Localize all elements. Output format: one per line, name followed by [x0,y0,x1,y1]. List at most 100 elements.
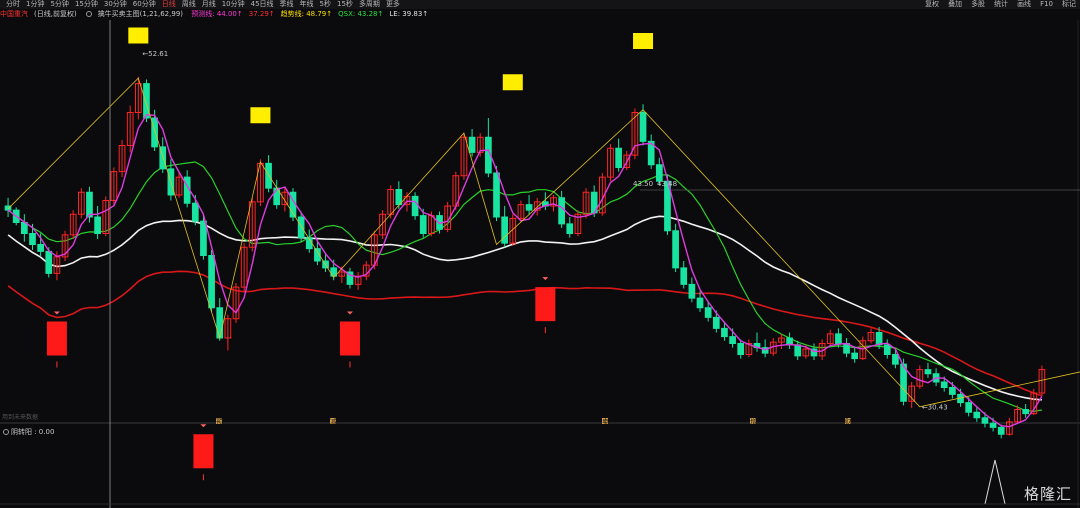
candle-body [973,411,981,419]
candle-body [940,381,948,388]
legend-item: 趋势线: 48.79↑ [280,10,333,18]
candle-body [29,233,36,245]
candle-body [704,307,712,318]
period-toolbar: 分时 1分钟 5分钟 15分钟 30分钟 60分钟 日线 周线 月线 10分钟 45日线 季线 年线 5秒… [0,0,1080,9]
candle-body [94,216,101,234]
candle-body [794,344,802,357]
candle-body [989,422,997,428]
legend-item: 37.29↑ [248,10,275,18]
mid-annotation-a: 43.50 [633,180,653,188]
candle-body [680,267,688,285]
legend-item: QSX: 43.28↑ [338,10,384,18]
candle-body [949,387,956,395]
period-tab[interactable]: 45日线 [251,0,274,9]
buy-signal-box [46,321,67,356]
period-tab[interactable]: 5秒 [320,0,331,9]
candle-body [200,220,207,256]
gear-icon[interactable] [85,11,92,17]
candle-body [672,230,679,269]
candle-body [615,147,622,168]
period-tab[interactable]: 分时 [6,0,20,9]
toolbar-button[interactable]: 标记 [1062,0,1076,9]
candle-body [151,117,158,148]
candle-body [883,344,891,355]
period-tab[interactable]: 周线 [182,0,196,9]
period-tab[interactable]: 15秒 [337,0,353,9]
toolbar-button[interactable]: 多股 [971,0,985,9]
gear-icon[interactable] [3,429,9,435]
ma-white-line [7,215,1042,401]
indicator-name[interactable]: 擒牛买卖主图(1,21,62,99) [98,10,183,18]
candle-body [468,136,476,153]
candle-body [208,255,215,309]
period-tab[interactable]: 5分钟 [50,0,68,9]
indicator-legend: 中国重汽 (日线,前复权) 擒牛买卖主图(1,21,62,99) 预测线: 44.0… [0,10,1080,19]
candle-body [86,191,93,218]
sell-signal-box [128,27,149,44]
mode-label: (日线,前复权) [34,10,77,18]
candle-body [143,83,150,119]
candle-body [639,112,647,142]
candle-body [419,215,427,234]
legend-item: 预测线: 44.00↑ [191,10,243,18]
candle-body [525,204,533,211]
sell-signal-box [502,74,523,91]
period-tab[interactable]: 多周期 [359,0,380,9]
period-tab[interactable]: 季线 [280,0,294,9]
buy-gem-icon [200,424,207,428]
period-tab[interactable]: 30分钟 [104,0,127,9]
candle-body [696,297,704,309]
period-tab[interactable]: 更多 [386,0,400,9]
high-annotation: ←52.61 [142,50,168,58]
candle-body [737,343,745,355]
candle-body [875,332,883,346]
sub-indicator-label: 阴转阳 : 0.00 [11,428,55,436]
candle-body [191,202,199,222]
candle-body [1022,409,1029,415]
event-marker-label: 减 [330,417,337,426]
sell-signal-box [250,107,271,124]
candle-body [729,336,736,344]
candle-body [965,402,973,413]
buy-gem-icon [346,311,353,315]
buy-signal-box [339,321,360,356]
candle-body [924,369,932,375]
kline-chart[interactable]: ←52.61 ←30.43 43.50 43.48 预 减 卖 增 财 [0,20,1080,508]
candle-body [981,417,989,424]
sub-indicator-spike [984,459,1006,505]
candle-body [851,352,859,360]
low-annotation: ←30.43 [922,404,948,412]
legend-item: LE: 39.83↑ [389,10,429,18]
candle-body [216,307,224,339]
period-tab[interactable]: 10分钟 [222,0,245,9]
period-tab[interactable]: 1分钟 [26,0,44,9]
candle-body [712,316,720,329]
period-tab[interactable]: 日线 [162,0,176,9]
candle-body [395,189,403,206]
toolbar-button[interactable]: F10 [1040,0,1053,9]
buy-signal-box [535,287,556,322]
toolbar-button[interactable]: 叠加 [948,0,962,9]
candle-body [892,354,899,365]
qsx-green-line [7,161,1043,413]
event-marker-label: 预 [216,417,223,426]
candle-body [37,244,44,252]
candle-body [265,162,272,189]
period-tab[interactable]: 年线 [300,0,314,9]
toolbar-button[interactable]: 复权 [925,0,939,9]
candle-body [997,426,1005,435]
sell-signal-box [633,33,654,49]
event-marker-label: 卖 [602,418,609,426]
candle-body [566,223,574,234]
candle-body [721,327,728,338]
watermark-logo: 格隆汇 [1023,485,1072,503]
period-tab[interactable]: 月线 [202,0,216,9]
candle-body [558,197,565,225]
period-tab[interactable]: 15分钟 [75,0,98,9]
candle-body [835,333,842,344]
period-tab[interactable]: 60分钟 [133,0,156,9]
candle-body [688,283,696,299]
toolbar-button[interactable]: 统计 [994,0,1008,9]
buy-gem-icon [542,277,549,281]
toolbar-button[interactable]: 画线 [1017,0,1031,9]
